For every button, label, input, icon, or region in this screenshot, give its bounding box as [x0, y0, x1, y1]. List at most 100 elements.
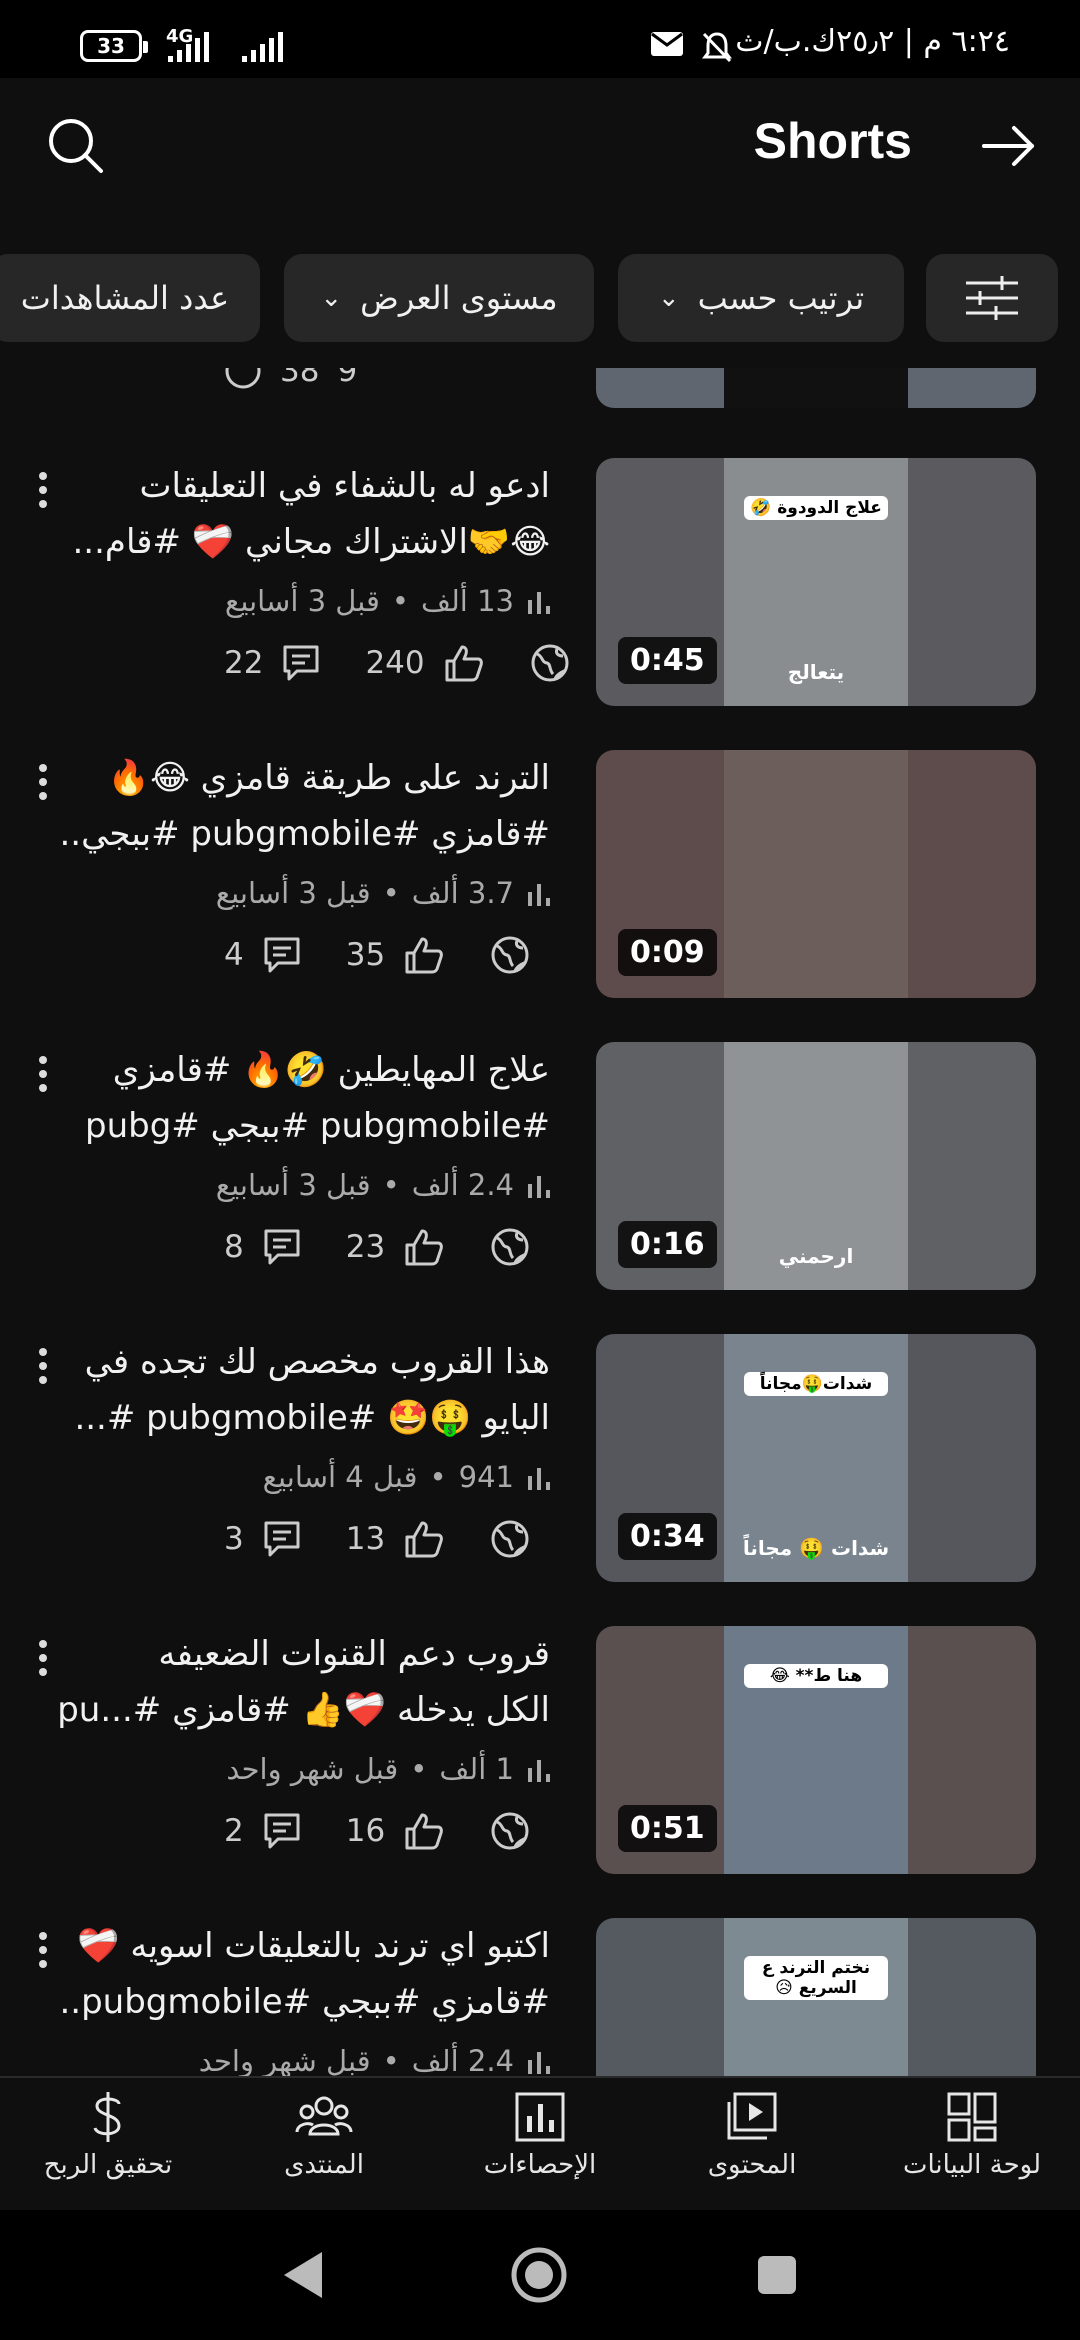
bottom-nav: لوحة البيانات المحتوى الإحصاءات المنتدى … — [0, 2076, 1080, 2210]
meta-separator: • — [382, 1168, 400, 1202]
content-icon — [727, 2092, 777, 2140]
nav-analytics[interactable]: الإحصاءات — [440, 2090, 640, 2180]
video-thumbnail[interactable]: 0:09 — [596, 750, 1036, 998]
search-button[interactable] — [44, 114, 108, 178]
video-title[interactable]: علاج المهايطين 🤣🔥 #قامزي #pubgmobile #بب… — [60, 1042, 550, 1154]
signal-icon — [168, 32, 209, 62]
earn-icon — [93, 2092, 121, 2142]
video-title-line1: الترند على طريقة قامزي 😂🔥 — [107, 758, 550, 798]
video-meta: 3.7 ألف • قبل 3 أسابيع — [216, 876, 552, 910]
meta-separator: • — [429, 1460, 447, 1494]
nav-content[interactable]: المحتوى — [652, 2090, 852, 2180]
meta-separator: • — [382, 2044, 400, 2076]
video-title[interactable]: هذا القروب مخصص لك تجده في البايو 🤑🤩 #pu… — [60, 1334, 550, 1446]
video-meta: 2.4 ألف • قبل شهر واحد — [199, 2044, 552, 2076]
chevron-down-icon: ⌄ — [657, 283, 680, 313]
nav-earn[interactable]: تحقيق الربح — [8, 2090, 208, 2180]
battery-icon: 33 — [80, 30, 148, 62]
views-chip[interactable]: عدد المشاهدات — [0, 254, 260, 342]
thumbs-up-icon — [405, 937, 444, 974]
list-item[interactable]: 0:09 الترند على طريقة قامزي 😂🔥 #قامزي #p… — [0, 750, 1080, 998]
thumbs-up-icon — [445, 645, 483, 682]
more-options-button[interactable] — [28, 1636, 58, 1686]
meta-separator: • — [391, 584, 409, 618]
video-thumbnail[interactable]: علاج الدودوة 🤣 يتعالج 0:45 — [596, 458, 1036, 706]
filter-settings-button[interactable] — [926, 254, 1058, 342]
chip-label: مستوى العرض — [360, 279, 558, 317]
list-item[interactable]: شدات🤑مجاناً شدات 🤑 مجاناً 0:34 هذا القرو… — [0, 1334, 1080, 1582]
video-title-line2: الكل يدخله ❤️‍🩹👍 #قامزي #...pu — [60, 1690, 550, 1730]
nav-dashboard[interactable]: لوحة البيانات — [872, 2090, 1072, 2180]
views-count: 13 ألف — [420, 584, 514, 618]
meta-separator: • — [382, 876, 400, 910]
video-meta: 1 ألف • قبل شهر واحد — [226, 1752, 552, 1786]
comment-icon — [264, 1521, 300, 1557]
thumbs-up-icon — [405, 1229, 444, 1266]
likes-count: 35 — [345, 937, 386, 973]
upload-age: قبل 3 أسابيع — [224, 584, 380, 618]
views-bars-icon — [528, 2052, 550, 2074]
video-title[interactable]: ادعو له بالشفاء في التعليقات 😂🤝الاشتراك … — [60, 458, 550, 570]
views-count: 1 ألف — [439, 1752, 514, 1786]
likes-count: 240 — [365, 645, 425, 681]
duration-badge: 0:45 — [618, 637, 717, 684]
more-options-button[interactable] — [28, 760, 58, 810]
comments-count: 3 — [224, 1521, 244, 1557]
video-title-line2: #قامزي #pubgmobile #ببجي... — [60, 814, 550, 854]
video-title[interactable]: قروب دعم القنوات الضعيفه الكل يدخله ❤️‍🩹… — [60, 1626, 550, 1738]
nav-community[interactable]: المنتدى — [224, 2090, 424, 2180]
list-item[interactable]: علاج الدودوة 🤣 يتعالج 0:45 ادعو له بالشف… — [0, 458, 1080, 706]
system-recents-icon[interactable] — [756, 2254, 798, 2296]
video-title[interactable]: اكتبو اي ترند بالتعليقات اسويه ❤️‍🩹 #قام… — [60, 1918, 550, 2030]
thumbnail-frame: علاج الدودوة 🤣 يتعالج — [724, 458, 908, 706]
filter-bar: ⌄ ترتيب حسب ⌄ مستوى العرض عدد المشاهدات — [0, 254, 1080, 342]
search-icon — [49, 119, 103, 173]
upload-age: قبل شهر واحد — [226, 1752, 399, 1786]
thumbnail-text: شدات 🤑 مجاناً — [742, 1536, 890, 1560]
video-list[interactable]: علاج الدودوة 🤣 يتعالج 0:45 ادعو له بالشف… — [0, 368, 1080, 2076]
list-item[interactable]: ارحمني 0:16 علاج المهايطين 🤣🔥 #قامزي #pu… — [0, 1042, 1080, 1290]
thumbs-up-icon — [405, 1521, 444, 1558]
thumbnail-frame: نختم الترند ع السريع 😥 — [724, 1918, 908, 2076]
upload-age: قبل 3 أسابيع — [215, 1168, 371, 1202]
views-bars-icon — [528, 884, 550, 906]
system-navigation-bar — [0, 2210, 1080, 2340]
comment-icon — [264, 1813, 300, 1849]
system-back-icon[interactable] — [282, 2250, 326, 2300]
comment-icon — [264, 937, 300, 973]
muted-bell-icon — [702, 32, 732, 63]
upload-age: قبل 3 أسابيع — [215, 876, 371, 910]
dashboard-icon — [947, 2092, 997, 2142]
video-thumbnail[interactable]: هنا ط** 😂 0:51 — [596, 1626, 1036, 1874]
video-title-line2: البايو 🤑🤩 #pubgmobile #... — [74, 1398, 550, 1438]
system-home-icon[interactable] — [510, 2246, 568, 2304]
thumbnail-caption: هنا ط** 😂 — [744, 1664, 888, 1688]
video-thumbnail[interactable]: نختم الترند ع السريع 😥 — [596, 1918, 1036, 2076]
video-title-line1: ادعو له بالشفاء في التعليقات — [139, 466, 550, 506]
more-options-button[interactable] — [28, 1928, 58, 1978]
video-stats: 2 16 — [224, 1810, 531, 1852]
status-time: ٦:٢٤ م | ٢٥٫٢ك.ب/ث — [735, 24, 1010, 59]
more-options-button[interactable] — [28, 1052, 58, 1102]
video-thumbnail[interactable]: شدات🤑مجاناً شدات 🤑 مجاناً 0:34 — [596, 1334, 1036, 1582]
video-thumbnail[interactable]: ارحمني 0:16 — [596, 1042, 1036, 1290]
globe-icon — [491, 1228, 529, 1266]
duration-badge: 0:51 — [618, 1805, 717, 1852]
thumbnail-caption: نختم الترند ع السريع 😥 — [744, 1956, 888, 2000]
video-title-line1: علاج المهايطين 🤣🔥 #قامزي — [112, 1050, 550, 1090]
list-item[interactable]: هنا ط** 😂 0:51 قروب دعم القنوات الضعيفه … — [0, 1626, 1080, 1874]
more-options-button[interactable] — [28, 1344, 58, 1394]
duration-badge: 0:16 — [618, 1221, 717, 1268]
app-header: Shorts — [0, 78, 1080, 214]
back-button[interactable] — [976, 114, 1040, 178]
video-title[interactable]: الترند على طريقة قامزي 😂🔥 #قامزي #pubgmo… — [60, 750, 550, 862]
sort-by-chip[interactable]: ⌄ ترتيب حسب — [618, 254, 904, 342]
views-bars-icon — [528, 1176, 550, 1198]
list-item[interactable]: نختم الترند ع السريع 😥 اكتبو اي ترند بال… — [0, 1918, 1080, 2076]
more-options-button[interactable] — [28, 468, 58, 518]
comments-count: 4 — [224, 937, 244, 973]
video-title-line1: هذا القروب مخصص لك تجده في — [84, 1342, 550, 1382]
visibility-chip[interactable]: ⌄ مستوى العرض — [284, 254, 594, 342]
signal-icon-2 — [242, 32, 283, 62]
comment-icon — [264, 1229, 300, 1265]
